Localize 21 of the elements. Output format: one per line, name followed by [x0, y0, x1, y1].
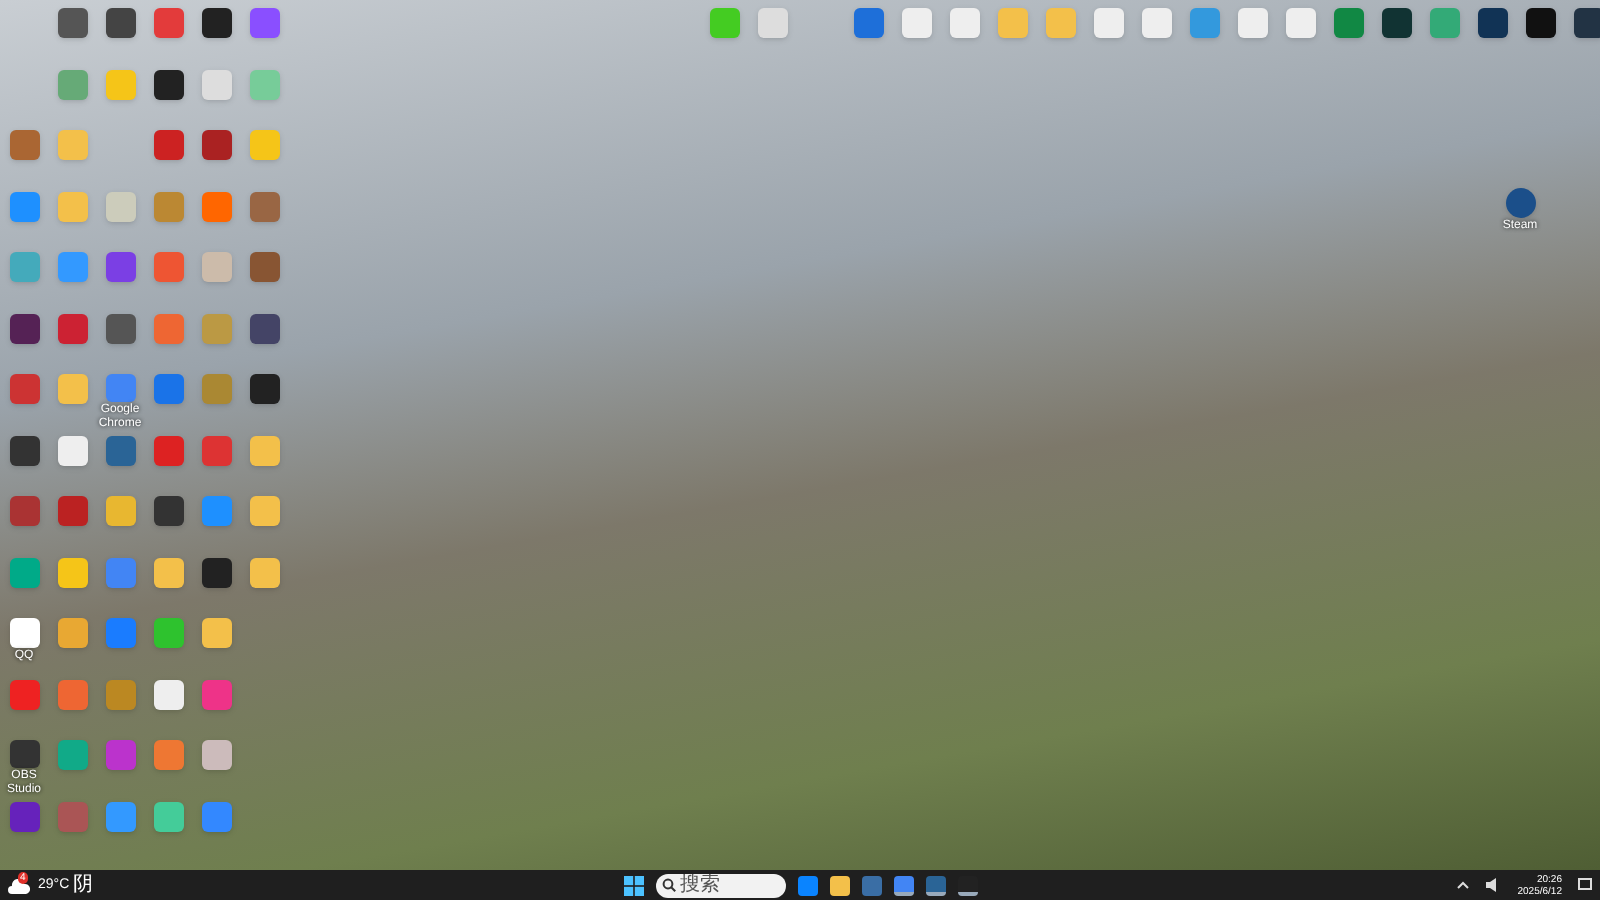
- app-icon[interactable]: [249, 374, 279, 404]
- search-icon: [662, 878, 676, 892]
- app-icon[interactable]: [1477, 8, 1507, 38]
- search-field[interactable]: 搜索: [656, 873, 786, 897]
- speaker-icon[interactable]: [1485, 878, 1502, 892]
- app-icon[interactable]: [1573, 8, 1600, 38]
- app-icon[interactable]: [57, 8, 87, 38]
- notification-icon[interactable]: [1578, 878, 1592, 892]
- taskbar-app-button[interactable]: [798, 875, 818, 895]
- app-icon[interactable]: [1525, 8, 1555, 38]
- taskbar-app-button[interactable]: [926, 875, 946, 895]
- taskbar-app-button[interactable]: [830, 875, 850, 895]
- app-icon[interactable]: [201, 8, 231, 38]
- cloud-icon[interactable]: [8, 877, 30, 893]
- weather-condition: 阴: [73, 873, 94, 897]
- app-icon[interactable]: [1381, 8, 1411, 38]
- taskbar-app-button[interactable]: [894, 875, 914, 895]
- app-icon[interactable]: [9, 618, 39, 648]
- chevron-up-icon[interactable]: [1455, 880, 1470, 890]
- app-icon[interactable]: [105, 8, 135, 38]
- start-icon[interactable]: [624, 875, 644, 895]
